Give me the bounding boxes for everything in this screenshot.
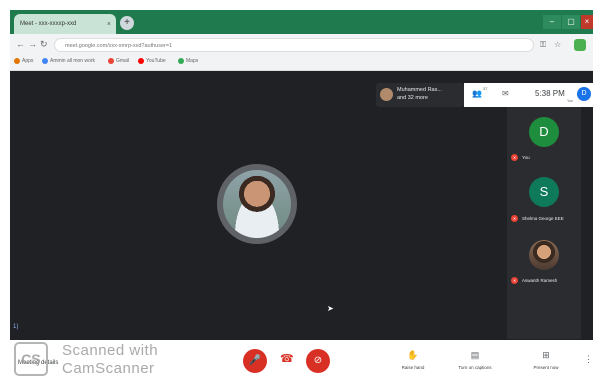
youtube-icon bbox=[138, 58, 144, 64]
camscanner-logo: CS bbox=[14, 342, 48, 376]
key-icon[interactable]: ⚿ bbox=[540, 40, 546, 50]
bookmarks-bar: Apps Ammin all mon work Gmail YouTube Ma… bbox=[10, 56, 593, 71]
minimize-button[interactable]: – bbox=[543, 15, 561, 29]
captions-button[interactable]: ▤ Turn on captions bbox=[452, 350, 498, 370]
tab-close-icon[interactable]: × bbox=[107, 21, 111, 28]
bookmark-star-icon[interactable]: ☆ bbox=[554, 40, 561, 49]
mouse-cursor-icon: ➤ bbox=[327, 304, 334, 313]
camscanner-watermark: CS Scanned with CamScanner bbox=[10, 340, 180, 380]
bookmark-youtube[interactable]: YouTube bbox=[138, 58, 166, 64]
browser-tabstrip: Meet - xxx-xxxxp-xxd × + – ▢ × bbox=[10, 10, 593, 34]
speaker-avatar bbox=[223, 170, 291, 238]
present-icon: ⊞ bbox=[542, 350, 550, 360]
more-options-icon[interactable]: ⋮ bbox=[584, 354, 593, 365]
present-label: Present now bbox=[533, 365, 559, 370]
new-tab-button[interactable]: + bbox=[120, 16, 134, 30]
mic-off-icon: ✕ bbox=[511, 215, 518, 222]
url-field[interactable]: meet.google.com/xxx-xmrp-xxd?authuser=1 bbox=[54, 38, 534, 52]
participant-name: You bbox=[522, 155, 530, 160]
presenter-count: and 32 more bbox=[397, 95, 428, 101]
bookmark-maps[interactable]: Maps bbox=[178, 58, 198, 64]
self-avatar[interactable]: D bbox=[577, 87, 591, 101]
extension-icon[interactable] bbox=[574, 39, 586, 51]
forward-icon[interactable]: → bbox=[28, 39, 37, 49]
close-window-button[interactable]: × bbox=[581, 15, 593, 29]
participant-name: Shelma George EEE bbox=[522, 216, 564, 221]
mic-off-icon: ✕ bbox=[511, 154, 518, 161]
bookmark-work[interactable]: Ammin all mon work bbox=[42, 58, 95, 64]
people-icon[interactable]: 👥 bbox=[472, 89, 482, 98]
maps-icon bbox=[178, 58, 184, 64]
presenter-name: Muhammed Ras... bbox=[397, 87, 442, 93]
bookmark-apps[interactable]: Apps bbox=[14, 58, 33, 64]
audio-indicator: 1) bbox=[13, 324, 19, 330]
presenter-avatar bbox=[380, 88, 393, 101]
participant-photo[interactable] bbox=[529, 240, 559, 270]
raise-hand-label: Raise hand bbox=[401, 365, 425, 370]
watermark-line1: Scanned with bbox=[62, 342, 159, 359]
present-now-button[interactable]: ⊞ Present now bbox=[526, 350, 566, 370]
hand-icon: ✋ bbox=[407, 350, 419, 360]
bookmark-label: Apps bbox=[22, 58, 34, 64]
chat-icon[interactable]: ✉ bbox=[502, 89, 509, 98]
meet-topbar: 👥 37 ✉ 5:38 PM You D bbox=[464, 83, 593, 107]
participant-avatar[interactable]: D bbox=[529, 117, 559, 147]
captions-icon: ▤ bbox=[470, 350, 480, 360]
hang-up-icon[interactable]: ☎ bbox=[280, 352, 294, 365]
globe-icon bbox=[42, 58, 48, 64]
maximize-button[interactable]: ▢ bbox=[562, 15, 580, 29]
mic-off-button[interactable]: 🎤 bbox=[243, 349, 267, 373]
bookmark-label: Ammin all mon work bbox=[50, 58, 96, 64]
raise-hand-button[interactable]: ✋ Raise hand bbox=[395, 350, 431, 370]
gmail-icon bbox=[108, 58, 114, 64]
bookmark-label: Gmail bbox=[116, 58, 130, 64]
participant-avatar[interactable]: S bbox=[529, 177, 559, 207]
address-bar-row: ← → ↻ meet.google.com/xxx-xmrp-xxd?authu… bbox=[10, 34, 593, 56]
browser-tab-meet[interactable]: Meet - xxx-xxxxp-xxd × bbox=[14, 14, 116, 34]
participant-name: Aswanth Ramesh bbox=[522, 278, 558, 283]
participants-panel: D ✕ You S ✕ Shelma George EEE ✕ Aswanth … bbox=[507, 107, 581, 339]
bookmark-gmail[interactable]: Gmail bbox=[108, 58, 129, 64]
screen-frame: Meet - xxx-xxxxp-xxd × + – ▢ × ← → ↻ mee… bbox=[10, 10, 593, 380]
presenter-chip[interactable]: Muhammed Ras... and 32 more bbox=[376, 83, 464, 107]
people-count-badge: 37 bbox=[483, 86, 488, 91]
captions-label: Turn on captions bbox=[458, 365, 492, 370]
meet-stage: ➤ Muhammed Ras... and 32 more 👥 37 ✉ 5:3… bbox=[10, 71, 593, 340]
back-icon[interactable]: ← bbox=[16, 39, 25, 49]
camera-off-button[interactable]: ⊘ bbox=[306, 349, 330, 373]
mic-off-icon: ✕ bbox=[511, 277, 518, 284]
tab-title: Meet - xxx-xxxxp-xxd bbox=[20, 21, 77, 27]
watermark-line2: CamScanner bbox=[62, 360, 155, 377]
apps-icon bbox=[14, 58, 20, 64]
bookmark-label: Maps bbox=[186, 58, 199, 64]
bookmark-label: YouTube bbox=[146, 58, 166, 64]
reload-icon[interactable]: ↻ bbox=[40, 39, 48, 50]
clock-time: 5:38 PM bbox=[535, 89, 565, 98]
self-label: You bbox=[567, 99, 573, 103]
